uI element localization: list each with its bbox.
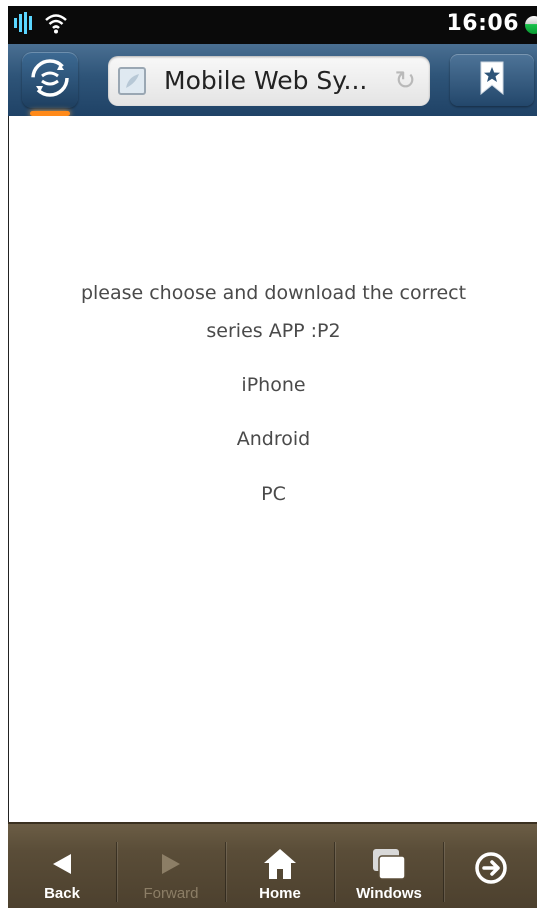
- bookmark-button[interactable]: [450, 54, 534, 106]
- back-icon: [51, 847, 73, 881]
- status-bar: 16:06: [8, 6, 537, 44]
- page-favicon: [118, 67, 146, 95]
- url-bar[interactable]: Mobile Web Sy... ↻: [108, 56, 430, 106]
- wifi-icon: [44, 12, 68, 38]
- home-label: Home: [259, 885, 301, 902]
- battery-icon: [525, 16, 537, 34]
- forward-icon: [160, 847, 182, 881]
- browser-window: 16:06 Mobile Web Sy... ↻ please choose a…: [8, 6, 537, 908]
- forward-button[interactable]: Forward: [117, 824, 225, 908]
- bottom-nav-bar: Back Forward Home Windows: [8, 822, 537, 908]
- forward-label: Forward: [143, 885, 199, 902]
- option-android[interactable]: Android: [9, 428, 537, 450]
- exit-icon: [474, 851, 508, 885]
- sync-icon: [30, 58, 70, 102]
- windows-button[interactable]: Windows: [335, 824, 443, 908]
- page-content: please choose and download the correct s…: [8, 116, 537, 828]
- exit-button[interactable]: [444, 824, 537, 908]
- reload-icon[interactable]: ↻: [394, 67, 416, 95]
- message-line-1: please choose and download the correct: [80, 282, 467, 304]
- bookmark-icon: [478, 61, 506, 99]
- message-line-2: series APP :P2: [206, 320, 341, 342]
- home-icon: [263, 847, 297, 881]
- option-iphone[interactable]: iPhone: [9, 374, 537, 396]
- windows-label: Windows: [356, 885, 422, 902]
- windows-icon: [371, 847, 407, 881]
- status-time: 16:06: [446, 11, 519, 36]
- sync-button[interactable]: [22, 52, 78, 108]
- home-button[interactable]: Home: [226, 824, 334, 908]
- option-pc[interactable]: PC: [9, 483, 537, 505]
- page-title: Mobile Web Sy...: [164, 66, 368, 95]
- browser-toolbar: Mobile Web Sy... ↻: [8, 44, 537, 116]
- back-button[interactable]: Back: [8, 824, 116, 908]
- signal-icon: [14, 12, 34, 38]
- back-label: Back: [44, 885, 80, 902]
- download-message: please choose and download the correct s…: [9, 274, 537, 350]
